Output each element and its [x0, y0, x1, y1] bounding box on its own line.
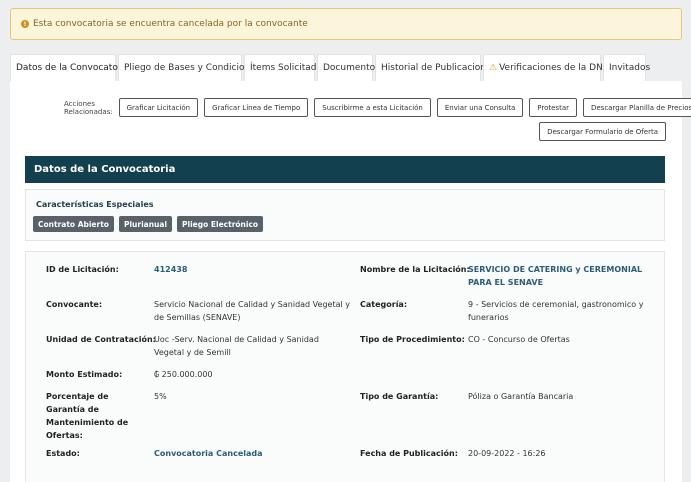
tipo-procedimiento-label: Tipo de Procedimiento:: [360, 335, 465, 344]
nombre-value[interactable]: SERVICIO DE CATERING y CEREMONIAL PARA E…: [468, 263, 658, 289]
descargar-formulario-button[interactable]: Descargar Formulario de Oferta: [539, 122, 666, 141]
section-header: Datos de la Convocatoria: [25, 156, 665, 183]
porcentaje-label: Porcentaje de Garantía de Mantenimiento …: [46, 392, 129, 440]
alert-text: Esta convocatoria se encuentra cancelada…: [33, 19, 308, 29]
tab-datos-convocatoria[interactable]: Datos de la Convocatoria: [10, 54, 130, 81]
porcentaje-value: 5%: [154, 392, 167, 401]
tab-historial-publicaciones[interactable]: Historial de Publicaciones: [375, 54, 496, 81]
tab-label: Documentos: [323, 63, 380, 73]
badge-list: Contrato Abierto Plurianual Pliego Elect…: [33, 216, 268, 232]
categoria-label: Categoría:: [360, 300, 408, 309]
unidad-label: Unidad de Contratación:: [46, 335, 156, 344]
tab-label: Verificaciones de la DNCP: [499, 63, 615, 73]
enviar-consulta-button[interactable]: Enviar una Consulta: [436, 98, 524, 117]
estado-label: Estado:: [46, 449, 80, 458]
special-features-box: Características Especiales Contrato Abie…: [25, 189, 665, 241]
tab-label: Datos de la Convocatoria: [16, 63, 130, 73]
categoria-value: 9 - Servicios de ceremonial, gastronomic…: [468, 300, 644, 322]
tipo-garantia-value: Póliza o Garantía Bancaria: [468, 392, 574, 401]
section-title: Datos de la Convocatoria: [34, 164, 176, 175]
badge-contrato-abierto: Contrato Abierto: [33, 216, 114, 232]
badge-plurianual: Plurianual: [118, 216, 173, 232]
nombre-label: Nombre de la Licitación:: [360, 265, 470, 274]
tab-label: Historial de Publicaciones: [381, 63, 497, 73]
exclamation-circle-icon: !: [21, 20, 29, 28]
tab-label: Ítems Solicitados: [250, 63, 327, 73]
monto-value: ₲ 250.000.000: [154, 370, 213, 379]
graficar-linea-tiempo-button[interactable]: Graficar Línea de Tiempo: [204, 98, 309, 117]
tab-items-solicitados[interactable]: Ítems Solicitados: [244, 54, 327, 81]
details-box: ID de Licitación: 412438 Nombre de la Li…: [25, 251, 665, 482]
monto-label: Monto Estimado:: [46, 370, 123, 379]
graficar-licitacion-button[interactable]: Graficar Licitación: [118, 98, 199, 117]
tipo-procedimiento-value: CO - Concurso de Ofertas: [468, 335, 570, 344]
tipo-garantia-label: Tipo de Garantía:: [360, 392, 439, 401]
tab-invitados[interactable]: Invitados: [603, 54, 650, 81]
suscribirme-button[interactable]: Suscribirme a esta Licitación: [314, 98, 431, 117]
id-value[interactable]: 412438: [154, 263, 187, 276]
estado-value: Convocatoria Cancelada: [154, 449, 263, 458]
warning-icon: ⚠: [489, 63, 498, 73]
tab-documentos[interactable]: Documentos: [317, 54, 380, 81]
fecha-value: 20-09-2022 - 16:26: [468, 449, 546, 458]
unidad-value: Uoc -Serv. Nacional de Calidad y Sanidad…: [154, 335, 319, 357]
convocante-label: Convocante:: [46, 300, 103, 309]
tab-bar: Datos de la Convocatoria Pliego de Bases…: [10, 54, 682, 81]
convocante-value: Servicio Nacional de Calidad y Sanidad V…: [154, 300, 350, 322]
descargar-planilla-button[interactable]: Descargar Planilla de Precios: [582, 98, 691, 117]
actions-label: Acciones Relacionadas:: [64, 99, 113, 116]
badge-pliego-electronico: Pliego Electrónico: [177, 216, 264, 232]
actions-row: Acciones Relacionadas: Graficar Licitaci…: [64, 98, 691, 117]
fecha-label: Fecha de Publicación:: [360, 449, 458, 458]
id-label: ID de Licitación:: [46, 265, 119, 274]
cancel-alert: ! Esta convocatoria se encuentra cancela…: [10, 8, 682, 40]
tab-verificaciones-dncp[interactable]: ⚠ Verificaciones de la DNCP: [483, 54, 615, 81]
tab-label: Pliego de Bases y Condiciones: [124, 63, 261, 73]
protestar-button[interactable]: Protestar: [529, 98, 577, 117]
tab-pliego-bases[interactable]: Pliego de Bases y Condiciones: [118, 54, 260, 81]
special-features-title: Características Especiales: [36, 200, 154, 209]
main-panel: Acciones Relacionadas: Graficar Licitaci…: [10, 81, 691, 482]
tab-label: Invitados: [609, 63, 651, 73]
